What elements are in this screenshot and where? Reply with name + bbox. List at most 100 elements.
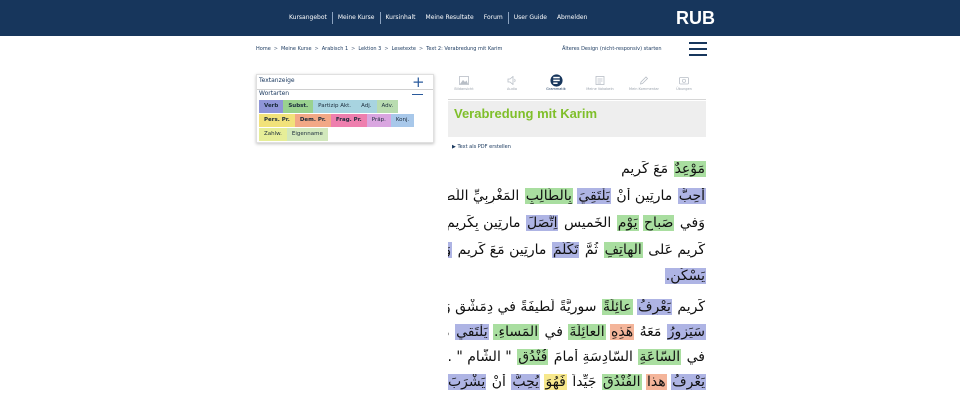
- image-icon: [459, 76, 469, 85]
- wortarten-label[interactable]: Wortarten: [259, 90, 289, 97]
- nav-meine-resultate[interactable]: Meine Resultate: [421, 12, 479, 24]
- word-subst[interactable]: المَساءِ.: [493, 324, 540, 340]
- pdf-link[interactable]: ▶ Text als PDF erstellen: [452, 144, 511, 150]
- word: المَغْرِبِيِّ اللَّطيفِ، كَريم.: [448, 188, 520, 204]
- tag-eigenname[interactable]: Eigenname: [286, 128, 328, 141]
- pdf-link-label: Text als PDF erstellen: [457, 144, 511, 150]
- rub-logo[interactable]: RUB: [676, 8, 715, 29]
- tag-dem-pr[interactable]: Dem. Pr.: [294, 114, 331, 127]
- word: الخَميس: [563, 215, 612, 231]
- nav-kursangebot[interactable]: Kursangebot: [284, 12, 332, 24]
- tag-zahlw[interactable]: Zahlw.: [259, 128, 287, 141]
- tool-mein-kommentar[interactable]: Mein Kommentar: [628, 74, 660, 91]
- word-verb[interactable]: يَسْكُن.: [664, 268, 706, 284]
- word-subst[interactable]: الفُنْدُقَ: [601, 374, 642, 390]
- word-verb[interactable]: أُحِبُّ: [677, 188, 706, 204]
- tool-label: Meine Vokabeln: [586, 87, 614, 91]
- text-toolbar: Bildansicht Audio Grammatik Meine Vokabe…: [448, 74, 706, 98]
- breadcrumb-lektion[interactable]: Lektion 3: [358, 46, 381, 52]
- expand-plus-icon[interactable]: +: [412, 75, 425, 90]
- word-subst[interactable]: السّاعَةِ: [638, 349, 682, 365]
- tool-grammatik[interactable]: Grammatik: [540, 74, 572, 91]
- arabic-line: أُحِبُّ مارتِين أَنْ يَلْتَقِيَ بِالطّال…: [448, 188, 706, 204]
- word-dem[interactable]: هَذِهِ: [610, 324, 635, 340]
- tag-praep[interactable]: Präp.: [366, 114, 391, 127]
- word-subst[interactable]: بِالطّالِبِ: [524, 188, 573, 204]
- tool-bildansicht[interactable]: Bildansicht: [448, 74, 480, 91]
- word-verb[interactable]: وَقالَ: [448, 242, 453, 258]
- arabic-line: يَعْرِفُ هذا الفُنْدُقَ جَيِّداً فَهُوَ …: [448, 374, 706, 390]
- tag-adj[interactable]: Adj.: [356, 100, 377, 113]
- tag-verb[interactable]: Verb: [259, 100, 284, 113]
- word: سورِيَّةً لَطيفَةً في دِمَشْق وَمارتِين: [448, 299, 597, 315]
- word-subst[interactable]: عائِلَةً: [601, 299, 633, 315]
- tag-partizip[interactable]: Partizip Akt.: [313, 100, 357, 113]
- nav-user-guide[interactable]: User Guide: [507, 12, 552, 24]
- breadcrumb-separator: >: [314, 46, 319, 52]
- word-subst[interactable]: فُنْدُقِ: [517, 349, 549, 365]
- word-pers[interactable]: فَهُوَ: [544, 374, 567, 390]
- word: في: [544, 324, 563, 340]
- nav-meine-kurse[interactable]: Meine Kurse: [331, 12, 380, 24]
- word-dem[interactable]: هذا: [646, 374, 667, 390]
- arabic-line: وَفي صَباحِ يَوْمِ الخَميس اِتَّصَلَ مار…: [448, 215, 706, 231]
- word: السّادِسَةِ أَمامَ: [553, 349, 633, 365]
- word: وَفي: [679, 215, 705, 231]
- breadcrumb: Home > Meine Kurse > Arabisch 1 > Lektio…: [256, 46, 505, 52]
- word: " الشّام " . مارتِين: [448, 349, 512, 365]
- breadcrumb-home[interactable]: Home: [256, 46, 271, 52]
- top-navigation-bar: Kursangebot Meine Kurse Kursinhalt Meine…: [0, 0, 960, 36]
- word-verb[interactable]: يَلْتَقي: [455, 324, 489, 340]
- tag-row: Pers. Pr. Dem. Pr. Frag. Pr. Präp. Konj.: [259, 114, 431, 127]
- hamburger-menu-icon[interactable]: [689, 42, 707, 56]
- text-title-bar: Verabredung mit Karim: [448, 101, 706, 137]
- word-verb[interactable]: سَيَزورُ: [666, 324, 706, 340]
- tag-pers-pr[interactable]: Pers. Pr.: [259, 114, 295, 127]
- word-subst[interactable]: يَوْمِ: [616, 215, 639, 231]
- word-subst[interactable]: العائِلَةَ: [568, 324, 606, 340]
- word-subst[interactable]: الهاتِفِ: [603, 242, 643, 258]
- word: ثُمَّ: [584, 242, 599, 258]
- old-design-link[interactable]: Älteres Design (nicht-responsiv) starten: [562, 46, 662, 52]
- tag-adv[interactable]: Adv.: [376, 100, 399, 113]
- exercise-icon: [679, 77, 689, 85]
- tool-audio[interactable]: Audio: [496, 74, 528, 91]
- arabic-line: كَريم عَلى الهاتِفِ ثُمَّ تَكَلَّمَ مارت…: [448, 242, 706, 258]
- nav-abmelden[interactable]: Abmelden: [552, 12, 592, 24]
- word: مارتِين بِكَريم: [448, 324, 451, 340]
- word-verb[interactable]: يَعْرِفُ: [637, 299, 672, 315]
- top-nav-menu: Kursangebot Meine Kurse Kursinhalt Meine…: [284, 0, 592, 36]
- tool-meine-vokabeln[interactable]: Meine Vokabeln: [584, 74, 616, 91]
- textanzeige-label[interactable]: Textanzeige: [259, 77, 295, 84]
- word-verb[interactable]: تَكَلَّمَ: [551, 242, 580, 258]
- nav-kursinhalt[interactable]: Kursinhalt: [379, 12, 421, 24]
- word-verb[interactable]: اِتَّصَلَ: [525, 215, 559, 231]
- word: مَعَهُ: [639, 324, 662, 340]
- arabic-line: مَوْعِدٌ مَعَ كَرِيم: [448, 161, 706, 177]
- breadcrumb-separator: >: [418, 46, 424, 52]
- word: في: [686, 349, 705, 365]
- nav-forum[interactable]: Forum: [479, 12, 508, 24]
- word-verb[interactable]: يَلْتَقِيَ: [577, 188, 611, 204]
- breadcrumb-meine-kurse[interactable]: Meine Kurse: [281, 46, 312, 52]
- collapse-minus-icon[interactable]: [412, 94, 423, 95]
- word: كَريم عَلى: [648, 242, 705, 258]
- speaker-icon: [507, 76, 516, 85]
- word-verb[interactable]: يَشْرَبَ: [448, 374, 487, 390]
- tag-subst[interactable]: Subst.: [283, 100, 314, 113]
- arabic-line: كَريم يَعْرِفُ عائِلَةً سورِيَّةً لَطيفَ…: [448, 299, 706, 315]
- word-subst[interactable]: مَوْعِدٌ: [673, 161, 706, 177]
- word: كَريم: [677, 299, 705, 315]
- text-title: Verabredung mit Karim: [454, 106, 598, 121]
- tool-uebungen[interactable]: Übungen: [668, 74, 700, 91]
- tool-label: Mein Kommentar: [629, 87, 659, 91]
- breadcrumb-arabisch[interactable]: Arabisch 1: [322, 46, 348, 52]
- pencil-icon: [639, 76, 649, 85]
- tag-konj[interactable]: Konj.: [390, 114, 415, 127]
- word: مارتِين أَنْ: [616, 188, 673, 204]
- word-subst[interactable]: صَباحِ: [643, 215, 675, 231]
- tag-frag-pr[interactable]: Frag. Pr.: [330, 114, 367, 127]
- breadcrumb-lesetexte[interactable]: Lesetexte: [392, 46, 416, 52]
- word-verb[interactable]: يُحِبُّ: [511, 374, 541, 390]
- word-verb[interactable]: يَعْرِفُ: [671, 374, 706, 390]
